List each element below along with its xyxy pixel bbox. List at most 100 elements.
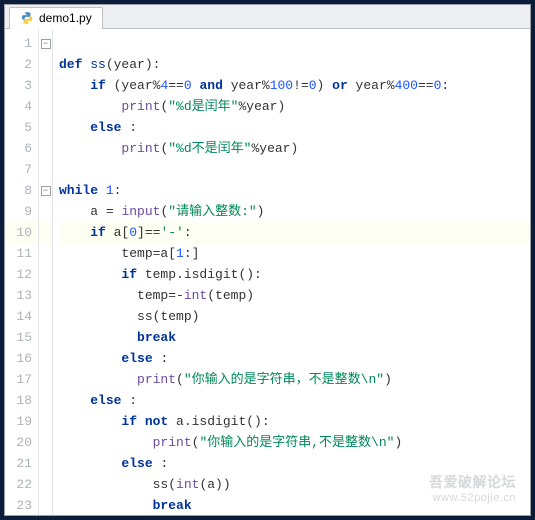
fold-cell	[39, 264, 52, 285]
line-number: 7	[5, 159, 38, 180]
code-line[interactable]: break	[59, 327, 530, 348]
token-prn: :	[121, 393, 137, 408]
token-fn: ss	[90, 57, 106, 72]
token-prn: )	[257, 204, 265, 219]
line-number: 8	[5, 180, 38, 201]
code-line[interactable]: print("你输入的是字符串,不是整数\n")	[59, 432, 530, 453]
token-id: ss(	[153, 477, 176, 492]
file-tab-label: demo1.py	[39, 11, 92, 25]
fold-cell	[39, 390, 52, 411]
line-number: 11	[5, 243, 38, 264]
token-prn: )	[317, 78, 333, 93]
line-number: 21	[5, 453, 38, 474]
fold-column: −−	[39, 29, 53, 515]
code-editor[interactable]: 123456789101112131415161718192021222324 …	[5, 29, 530, 515]
code-line[interactable]: else :	[59, 117, 530, 138]
token-kw: else	[90, 393, 121, 408]
token-id: temp=a[	[121, 246, 176, 261]
token-prn: :	[121, 120, 137, 135]
code-line[interactable]	[59, 33, 530, 54]
token-prn: %year)	[251, 141, 298, 156]
fold-cell	[39, 495, 52, 515]
token-str: "请输入整数:"	[168, 204, 256, 219]
fold-cell: −	[39, 33, 52, 54]
fold-cell	[39, 222, 52, 243]
line-number: 14	[5, 306, 38, 327]
token-id: a[	[114, 225, 130, 240]
fold-cell	[39, 474, 52, 495]
code-line[interactable]: else :	[59, 453, 530, 474]
code-area[interactable]: def ss(year): if (year%4==0 and year%100…	[53, 29, 530, 515]
code-line[interactable]: print("%d是闰年"%year)	[59, 96, 530, 117]
token-str: '-'	[160, 225, 183, 240]
fold-cell	[39, 327, 52, 348]
code-line[interactable]: while 1:	[59, 180, 530, 201]
code-line[interactable]: if not a.isdigit():	[59, 411, 530, 432]
token-id: temp=-	[137, 288, 184, 303]
fold-toggle-icon[interactable]: −	[41, 186, 51, 196]
token-id: :]	[184, 246, 200, 261]
token-prn: )	[384, 372, 392, 387]
fold-cell	[39, 117, 52, 138]
code-line[interactable]: temp=-int(temp)	[59, 285, 530, 306]
code-line[interactable]: ss(int(a))	[59, 474, 530, 495]
token-prn: (temp)	[207, 288, 254, 303]
token-call: print	[121, 99, 160, 114]
token-id: temp.isdigit():	[145, 267, 262, 282]
line-number: 22	[5, 474, 38, 495]
token-call: input	[121, 204, 160, 219]
file-tab[interactable]: demo1.py	[9, 7, 103, 29]
code-line[interactable]: ss(temp)	[59, 306, 530, 327]
token-num: 400	[395, 78, 418, 93]
line-number: 23	[5, 495, 38, 515]
token-prn: :	[153, 456, 169, 471]
token-kw: else	[121, 456, 152, 471]
token-prn: :	[153, 351, 169, 366]
line-number: 6	[5, 138, 38, 159]
code-line[interactable]: break	[59, 495, 530, 515]
token-kw: if not	[121, 414, 176, 429]
token-str: "%d是闰年"	[168, 99, 238, 114]
token-kw: else	[121, 351, 152, 366]
token-id: ss(temp)	[137, 309, 199, 324]
fold-cell	[39, 411, 52, 432]
token-prn: ==	[168, 78, 184, 93]
line-number: 19	[5, 411, 38, 432]
fold-toggle-icon[interactable]: −	[41, 39, 51, 49]
fold-cell	[39, 201, 52, 222]
code-line[interactable]: if temp.isdigit():	[59, 264, 530, 285]
token-kw: def	[59, 57, 90, 72]
fold-cell	[39, 285, 52, 306]
code-line[interactable]: a = input("请输入整数:")	[59, 201, 530, 222]
token-kw: if	[121, 267, 144, 282]
token-call: int	[184, 288, 207, 303]
code-line[interactable]: if a[0]=='-':	[59, 222, 530, 243]
code-line[interactable]: if (year%4==0 and year%100!=0) or year%4…	[59, 75, 530, 96]
code-line[interactable]: def ss(year):	[59, 54, 530, 75]
token-prn: (year%	[114, 78, 161, 93]
code-line[interactable]: temp=a[1:]	[59, 243, 530, 264]
line-number: 9	[5, 201, 38, 222]
token-prn: (a))	[199, 477, 230, 492]
fold-cell	[39, 348, 52, 369]
line-number: 18	[5, 390, 38, 411]
token-prn: !=	[293, 78, 309, 93]
code-line[interactable]: else :	[59, 348, 530, 369]
token-str: "%d不是闰年"	[168, 141, 251, 156]
token-prn: (year):	[106, 57, 161, 72]
code-line[interactable]	[59, 159, 530, 180]
line-number: 20	[5, 432, 38, 453]
line-number: 10	[5, 222, 38, 243]
token-call: print	[153, 435, 192, 450]
token-kw: if	[90, 225, 113, 240]
code-line[interactable]: else :	[59, 390, 530, 411]
token-kw: while	[59, 183, 106, 198]
token-kw: if	[90, 78, 113, 93]
token-num: 0	[184, 78, 192, 93]
fold-cell: −	[39, 180, 52, 201]
token-prn: (	[176, 372, 184, 387]
token-id: a =	[90, 204, 121, 219]
token-prn: year%	[348, 78, 395, 93]
code-line[interactable]: print("%d不是闰年"%year)	[59, 138, 530, 159]
code-line[interactable]: print("你输入的是字符串，不是整数\n")	[59, 369, 530, 390]
